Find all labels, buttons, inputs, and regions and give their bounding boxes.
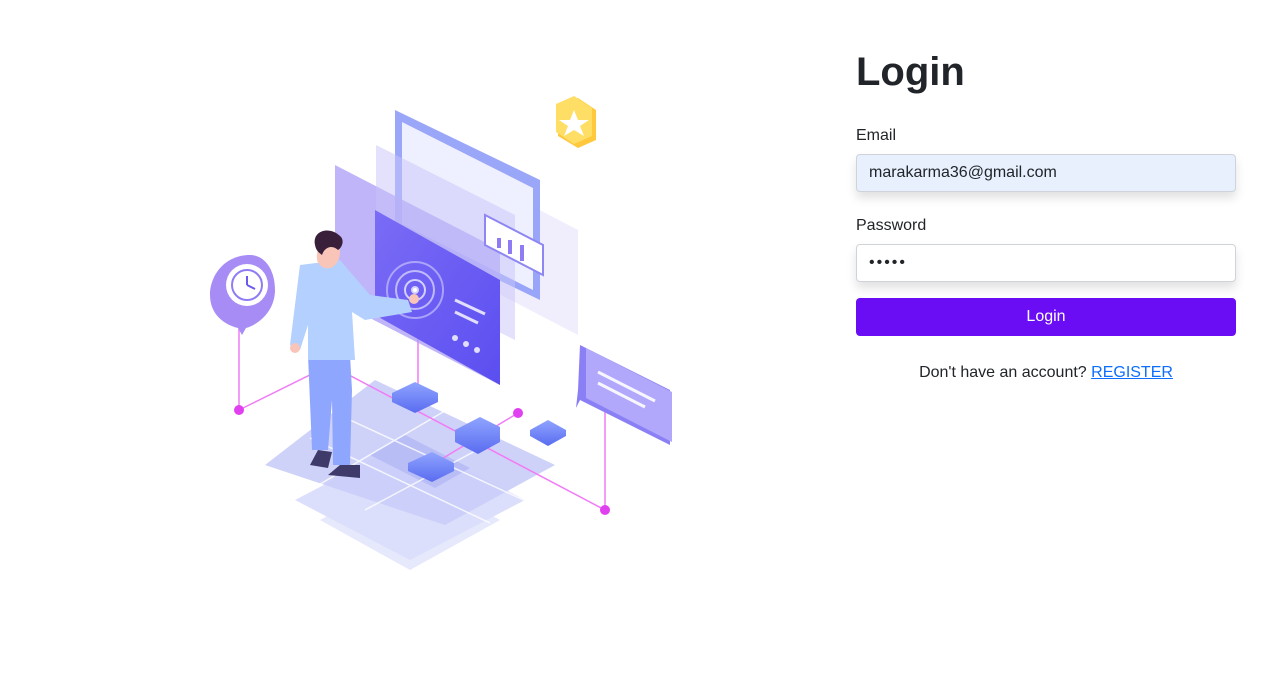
password-field[interactable] (856, 244, 1236, 282)
password-label: Password (856, 217, 927, 234)
login-button[interactable]: Login (856, 298, 1236, 336)
login-form: Login Email Password Login Don't have an… (856, 48, 1236, 382)
email-field[interactable] (856, 154, 1236, 192)
register-prompt-line: Don't have an account? REGISTER (856, 364, 1236, 382)
screen-panels (335, 110, 578, 385)
clock-icon (210, 255, 275, 335)
page-title: Login (856, 50, 965, 94)
chat-bubble-icon (576, 345, 672, 445)
register-prompt: Don't have an account? (919, 364, 1087, 381)
login-illustration (210, 96, 672, 570)
email-label: Email (856, 127, 897, 144)
star-icon (556, 96, 596, 148)
register-link[interactable]: REGISTER (1091, 364, 1173, 381)
login-page: Login Email Password Login Don't have an… (0, 0, 1283, 682)
